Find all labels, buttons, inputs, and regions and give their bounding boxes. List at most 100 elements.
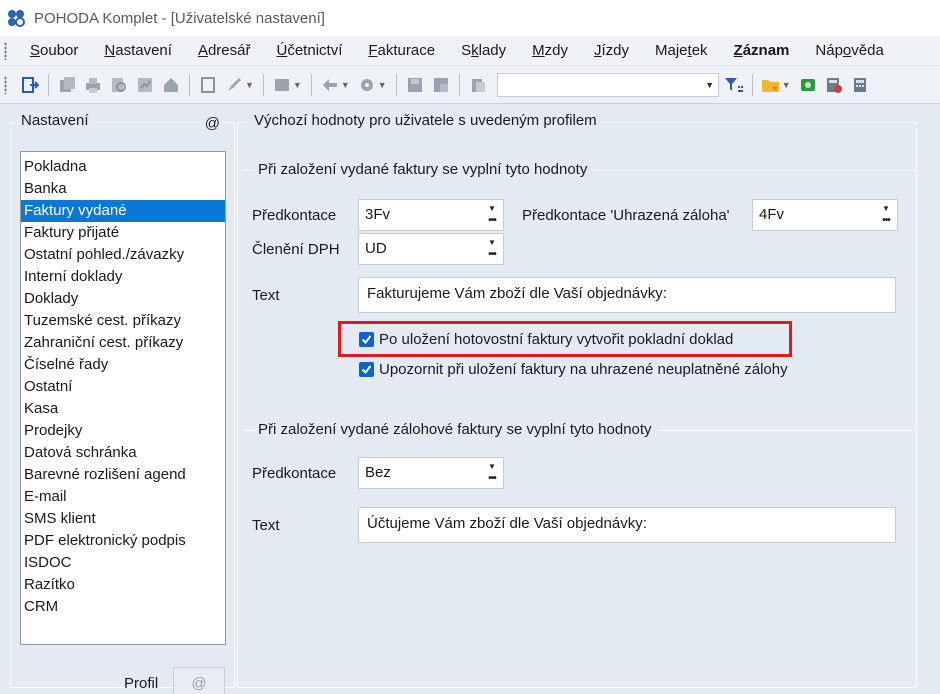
menu-item-mnemonic: Ú bbox=[276, 42, 288, 59]
invoice-text-field[interactable]: Fakturujeme Vám zboží dle Vaší objednávk… bbox=[358, 277, 896, 313]
nav-item[interactable]: Ostatní pohled./závazky bbox=[21, 244, 225, 266]
ellipsis-icon[interactable]: ••• bbox=[483, 472, 501, 484]
warn-advances-label: Upozornit při uložení faktury na uhrazen… bbox=[379, 361, 788, 378]
chevron-down-icon[interactable]: ▼ bbox=[702, 74, 718, 96]
nav-item[interactable]: Datová schránka bbox=[21, 442, 225, 464]
at-icon[interactable]: @ bbox=[200, 115, 224, 132]
title-bar: POHODA Komplet - [Uživatelské nastavení] bbox=[0, 0, 940, 36]
nav-item[interactable]: ISDOC bbox=[21, 552, 225, 574]
menu-item-2[interactable]: Adresář bbox=[185, 42, 264, 59]
print-icon[interactable] bbox=[83, 75, 103, 95]
nav-item[interactable]: Razítko bbox=[21, 574, 225, 596]
nav-item[interactable]: Doklady bbox=[21, 288, 225, 310]
menu-item-text: Náp bbox=[815, 42, 843, 59]
defaults-legend: Výchozí hodnoty pro uživatele s uvedeným… bbox=[248, 112, 603, 129]
advance-predkontace-value: Bez bbox=[365, 464, 391, 481]
warn-advances-checkbox[interactable] bbox=[359, 362, 374, 377]
edit-icon[interactable] bbox=[224, 75, 244, 95]
chevron-down-icon[interactable]: ▼ bbox=[483, 202, 501, 214]
menu-item-4[interactable]: Fakturace bbox=[355, 42, 448, 59]
menu-item-mnemonic: F bbox=[368, 42, 378, 59]
nav-item[interactable]: Barevné rozlišení agend bbox=[21, 464, 225, 486]
nav-item[interactable]: Prodejky bbox=[21, 420, 225, 442]
folder-star-icon[interactable] bbox=[761, 75, 781, 95]
menu-item-text: Maje bbox=[655, 42, 688, 59]
cleneni-dph-label: Členění DPH bbox=[252, 241, 340, 258]
settings-nav-legend: Nastavení bbox=[15, 112, 95, 129]
menu-item-10[interactable]: Nápověda bbox=[802, 42, 896, 59]
menu-item-7[interactable]: Jízdy bbox=[581, 42, 642, 59]
print-preview-icon[interactable] bbox=[109, 75, 129, 95]
invoice-text-value: Fakturujeme Vám zboží dle Vaší objednávk… bbox=[367, 285, 667, 302]
exit-icon[interactable] bbox=[20, 75, 40, 95]
warn-advances-checkbox-row[interactable]: Upozornit při uložení faktury na uhrazen… bbox=[359, 361, 788, 378]
nav-item[interactable]: Pokladna bbox=[21, 156, 225, 178]
calculator-icon[interactable] bbox=[850, 75, 870, 95]
chevron-down-icon[interactable]: ▼ bbox=[245, 80, 254, 90]
predkontace-value: 3Fv bbox=[365, 206, 391, 223]
report-icon[interactable] bbox=[135, 75, 155, 95]
invoice-text-label: Text bbox=[252, 287, 280, 304]
menu-item-1[interactable]: Nastavení bbox=[91, 42, 185, 59]
nav-item[interactable]: Banka bbox=[21, 178, 225, 200]
save-icon[interactable] bbox=[405, 75, 425, 95]
nav-item[interactable]: Ostatní bbox=[21, 376, 225, 398]
nav-item[interactable]: Zahraniční cest. příkazy bbox=[21, 332, 225, 354]
settings-nav-list[interactable]: Pokladna Banka Faktury vydané Faktury přija… bbox=[20, 151, 226, 645]
profil-field[interactable]: @ bbox=[173, 667, 225, 694]
menu-item-3[interactable]: Účetnictví bbox=[264, 42, 356, 59]
menu-item-text: dresář bbox=[207, 42, 251, 59]
predkontace-combo[interactable]: 3Fv ▼ ••• bbox=[358, 199, 504, 231]
nav-item[interactable]: Faktury přijaté bbox=[21, 222, 225, 244]
chevron-down-icon[interactable]: ▼ bbox=[782, 80, 791, 90]
chevron-down-icon[interactable]: ▼ bbox=[877, 202, 895, 214]
home-icon[interactable] bbox=[161, 75, 181, 95]
chevron-down-icon[interactable]: ▼ bbox=[378, 80, 387, 90]
menu-item-text: oubor bbox=[40, 42, 79, 59]
money-icon[interactable] bbox=[798, 75, 818, 95]
nav-item[interactable]: E-mail bbox=[21, 486, 225, 508]
menu-item-8[interactable]: Majetek bbox=[642, 42, 721, 59]
chevron-down-icon[interactable]: ▼ bbox=[483, 236, 501, 248]
menu-item-6[interactable]: Mzdy bbox=[519, 42, 581, 59]
advance-text-value: Účtujeme Vám zboží dle Vaší objednávky: bbox=[367, 515, 647, 532]
window-title: POHODA Komplet - [Uživatelské nastavení] bbox=[34, 9, 325, 27]
menu-item-mnemonic: S bbox=[30, 42, 41, 59]
nav-item[interactable]: Faktury vydané bbox=[21, 200, 225, 222]
columns-icon[interactable] bbox=[272, 75, 292, 95]
filter-icon[interactable] bbox=[724, 75, 744, 95]
advance-predkontace-combo[interactable]: Bez ▼ ••• bbox=[358, 457, 504, 489]
nav-item[interactable]: Číselné řady bbox=[21, 354, 225, 376]
chevron-down-icon[interactable]: ▼ bbox=[341, 80, 350, 90]
nav-item[interactable]: SMS klient bbox=[21, 508, 225, 530]
paste-icon[interactable] bbox=[468, 75, 488, 95]
copy-icon[interactable] bbox=[57, 75, 77, 95]
new-record-icon[interactable] bbox=[198, 75, 218, 95]
calculator-delete-icon[interactable] bbox=[824, 75, 844, 95]
menubar-grip[interactable] bbox=[4, 41, 7, 60]
toolbar-grip[interactable] bbox=[4, 75, 7, 94]
chevron-down-icon[interactable]: ▼ bbox=[293, 80, 302, 90]
toolbar-search-combo[interactable]: ▼ bbox=[496, 72, 719, 97]
ellipsis-icon[interactable]: ••• bbox=[483, 248, 501, 260]
ellipsis-icon[interactable]: ••• bbox=[483, 214, 501, 226]
save-as-icon[interactable] bbox=[431, 75, 451, 95]
menu-item-text: ízdy bbox=[601, 42, 629, 59]
nav-item[interactable]: PDF elektronický podpis bbox=[21, 530, 225, 552]
ellipsis-icon[interactable]: ••• bbox=[877, 214, 895, 226]
back-arrow-icon[interactable] bbox=[320, 75, 340, 95]
nav-item[interactable]: Kasa bbox=[21, 398, 225, 420]
menu-item-text: S bbox=[461, 42, 472, 59]
settings-gear-icon[interactable] bbox=[357, 75, 377, 95]
nav-item[interactable]: CRM bbox=[21, 596, 225, 618]
predkontace-zaloha-combo[interactable]: 4Fv ▼ ••• bbox=[752, 199, 898, 231]
cleneni-dph-combo[interactable]: UD ▼ ••• bbox=[358, 233, 504, 265]
chevron-down-icon[interactable]: ▼ bbox=[483, 460, 501, 472]
advance-text-field[interactable]: Účtujeme Vám zboží dle Vaší objednávky: bbox=[358, 507, 896, 543]
profil-label: Profil bbox=[124, 675, 159, 692]
nav-item[interactable]: Tuzemské cest. příkazy bbox=[21, 310, 225, 332]
menu-item-5[interactable]: Sklady bbox=[448, 42, 519, 59]
menu-item-0[interactable]: Soubor bbox=[17, 42, 91, 59]
nav-item[interactable]: Interní doklady bbox=[21, 266, 225, 288]
menu-item-9[interactable]: Záznam bbox=[721, 42, 803, 59]
